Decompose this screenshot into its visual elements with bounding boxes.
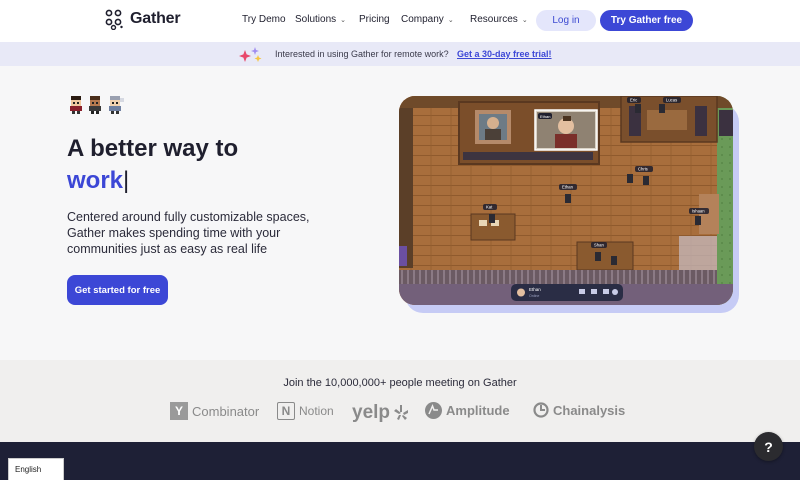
social-proof-section: Join the 10,000,000+ people meeting on G…	[0, 360, 800, 442]
help-icon[interactable]: ?	[754, 432, 783, 461]
hero-rotating-word: work|	[67, 166, 129, 196]
nav-resources-label: Resources	[470, 14, 518, 25]
nav-company-label: Company	[401, 14, 444, 25]
typing-cursor: |	[123, 167, 130, 194]
hero-description: Centered around fully customizable space…	[67, 210, 310, 256]
chevron-down-icon: ⌄	[447, 16, 454, 24]
chevron-down-icon: ⌄	[340, 16, 347, 24]
get-started-button[interactable]: Get started for free	[67, 275, 168, 305]
social-proof-title: Join the 10,000,000+ people meeting on G…	[283, 377, 517, 389]
chevron-down-icon: ⌄	[521, 16, 528, 24]
nav-pricing[interactable]: Pricing	[359, 14, 390, 25]
svg-text:Ethan: Ethan	[540, 114, 550, 119]
banner-text: Interested in using Gather for remote wo…	[275, 49, 449, 59]
avatar	[70, 96, 82, 114]
name-tag: Ishaan	[692, 209, 705, 214]
avatar	[109, 96, 124, 114]
name-tag: Kat	[486, 205, 493, 210]
nav-resources[interactable]: Resources ⌄	[470, 14, 528, 25]
yelp-text: yelp	[352, 402, 391, 423]
notion-mark: N	[277, 402, 295, 420]
logo-icon	[105, 9, 123, 30]
amplitude-icon	[425, 402, 442, 419]
name-tag: Chris	[638, 167, 648, 172]
brand-name: Gather	[130, 10, 181, 27]
yelp-logo: yelp	[352, 402, 409, 424]
hero-title: A better way to	[67, 135, 239, 162]
ycombinator-text: Combinator	[192, 403, 260, 419]
nav-solutions[interactable]: Solutions ⌄	[295, 14, 346, 25]
yelp-burst-icon	[394, 405, 409, 420]
try-gather-free-button[interactable]: Try Gather free	[600, 10, 693, 31]
amplitude-text: Amplitude	[446, 403, 510, 418]
name-tag: Ethan	[562, 185, 574, 190]
avatar	[89, 96, 101, 114]
ycombinator-mark: Y	[170, 402, 188, 420]
nav-try-demo-label: Try Demo	[242, 14, 286, 25]
free-trial-link[interactable]: Get a 30-day free trial!	[457, 49, 552, 59]
ycombinator-logo: Y Combinator	[170, 402, 259, 420]
nav-try-demo[interactable]: Try Demo	[242, 14, 286, 25]
nav-solutions-label: Solutions	[295, 14, 337, 25]
chainalysis-icon	[533, 402, 549, 418]
nav-pricing-label: Pricing	[359, 14, 390, 25]
name-tag: Eric	[630, 98, 637, 103]
notion-text: Notion	[299, 404, 334, 418]
hero-section: A better way to work| Centered around fu…	[0, 66, 800, 360]
toolbar-name: Ethan	[529, 287, 541, 292]
chainalysis-text: Chainalysis	[553, 402, 626, 418]
game-preview: Ethan Ethan Chris Kat Shan Lucas Ishaan …	[399, 96, 739, 313]
nav-company[interactable]: Company ⌄	[401, 14, 454, 25]
avatar-group	[68, 96, 124, 114]
login-button[interactable]: Log in	[536, 10, 596, 31]
brand-logo[interactable]: Gather	[104, 8, 181, 30]
amplitude-logo: Amplitude	[425, 402, 510, 419]
toolbar-status: Online	[529, 294, 539, 298]
notion-logo: N Notion	[277, 402, 334, 420]
name-tag: Lucas	[666, 98, 677, 103]
chainalysis-logo: Chainalysis	[533, 402, 625, 418]
name-tag: Shan	[594, 243, 604, 248]
promo-banner: Interested in using Gather for remote wo…	[0, 42, 800, 66]
virtual-office-screenshot: Ethan Ethan Chris Kat Shan Lucas Ishaan …	[399, 96, 733, 305]
dark-section	[0, 442, 800, 480]
sparkle-icon	[239, 47, 262, 62]
hero-word-text: work	[67, 167, 124, 194]
language-selector[interactable]: English	[8, 458, 64, 480]
top-nav: Gather Try Demo Solutions ⌄ Pricing Comp…	[0, 0, 800, 42]
virtual-office-map: Ethan Ethan Chris Kat Shan Lucas Ishaan …	[399, 96, 733, 305]
